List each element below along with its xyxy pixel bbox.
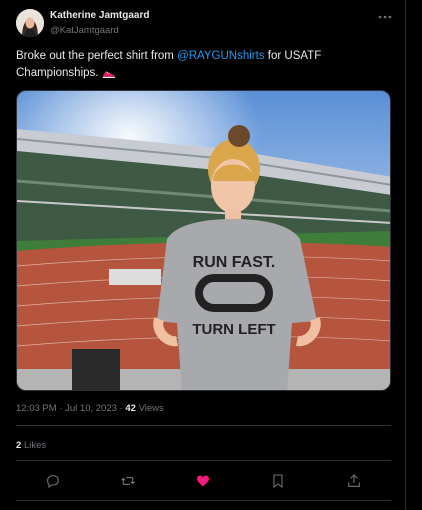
tweet-date[interactable]: Jul 10, 2023: [65, 403, 117, 414]
meta-separator: ·: [59, 403, 63, 414]
author-handle[interactable]: @KatJamtgaard: [50, 25, 119, 36]
likes-count-row[interactable]: 2 Likes: [16, 440, 46, 451]
reply-icon[interactable]: [42, 470, 64, 492]
likes-label: Likes: [23, 440, 47, 451]
column-border: [405, 0, 406, 510]
divider: [16, 460, 391, 461]
bookmark-icon[interactable]: [267, 470, 289, 492]
divider: [16, 500, 391, 501]
share-icon[interactable]: [343, 470, 365, 492]
running-shoe-emoji-icon: [102, 68, 116, 78]
views-count: 42: [125, 403, 136, 414]
author-avatar[interactable]: [16, 9, 44, 37]
action-bar: [16, 470, 391, 492]
tweet-header: Katherine Jamtgaard @KatJamtgaard: [16, 9, 396, 41]
shirt-text-top: RUN FAST.: [193, 254, 276, 271]
tweet-text-part: Broke out the perfect shirt from: [16, 50, 178, 62]
shirt-text-bottom: TURN LEFT: [192, 321, 275, 338]
tweet-photo[interactable]: RUN FAST. TURN LEFT: [16, 90, 391, 391]
heart-filled-icon[interactable]: [192, 470, 214, 492]
views-label: Views: [138, 403, 164, 414]
author-name[interactable]: Katherine Jamtgaard: [50, 10, 149, 21]
meta-separator: ·: [119, 403, 123, 414]
more-icon[interactable]: [376, 10, 394, 24]
retweet-icon[interactable]: [117, 470, 139, 492]
divider: [16, 425, 391, 426]
tweet-text: Broke out the perfect shirt from @RAYGUN…: [16, 48, 396, 82]
mention-link[interactable]: @RAYGUNshirts: [177, 50, 265, 62]
tweet-meta: 12:03 PM · Jul 10, 2023 · 42 Views: [16, 403, 164, 414]
likes-count: 2: [16, 440, 22, 451]
tweet-detail: Katherine Jamtgaard @KatJamtgaard Broke …: [0, 0, 405, 510]
tweet-time[interactable]: 12:03 PM: [16, 403, 57, 414]
